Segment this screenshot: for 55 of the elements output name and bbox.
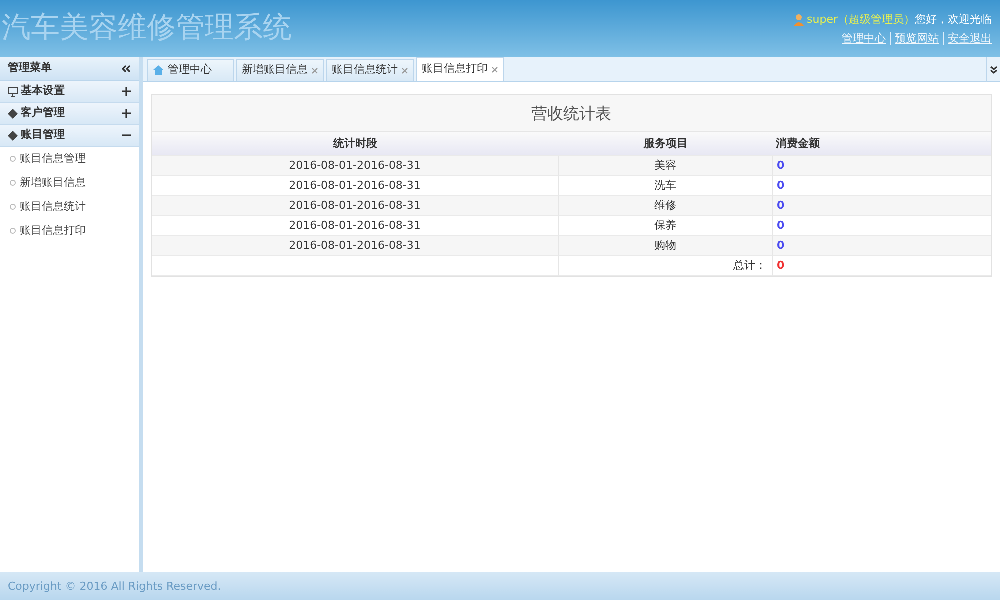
home-icon <box>153 65 164 76</box>
item-label: 账目信息管理 <box>20 150 86 167</box>
item-label: 账目信息打印 <box>20 222 86 239</box>
sidebar-group[interactable]: 账目管理 <box>0 125 139 147</box>
greeting-text: super（超级管理员）您好，欢迎光临 <box>807 12 992 28</box>
collapse-icon[interactable] <box>122 64 131 72</box>
tab-label: 新增账目信息 <box>242 62 308 78</box>
group-label: 客户管理 <box>20 105 65 122</box>
tab[interactable]: 管理中心 <box>147 59 234 81</box>
table-cell: 维修 <box>559 196 773 216</box>
table-cell: 2016-08-01-2016-08-31 <box>152 236 559 256</box>
table-cell: 2016-08-01-2016-08-31 <box>152 196 559 216</box>
sidebar-item[interactable]: 账目信息统计 <box>0 195 139 219</box>
column-header: 消费金额 <box>773 132 991 156</box>
sidebar-item[interactable]: 账目信息打印 <box>0 219 139 243</box>
group-label: 基本设置 <box>20 83 65 100</box>
table-cell: 0 <box>773 156 991 176</box>
tab-label: 账目信息打印 <box>422 61 488 78</box>
tab[interactable]: 账目信息打印 <box>416 57 504 81</box>
tab[interactable]: 新增账目信息 <box>236 59 324 81</box>
report-title: 营收统计表 <box>152 95 991 132</box>
table-cell: 美容 <box>559 156 773 176</box>
bullet-icon <box>10 228 16 234</box>
bullet-icon <box>10 180 16 186</box>
bullet-icon <box>10 204 16 210</box>
sidebar-item[interactable]: 新增账目信息 <box>0 171 139 195</box>
table-cell: 0 <box>773 256 991 276</box>
table-cell: 购物 <box>559 236 773 256</box>
tab-label: 账目信息统计 <box>332 62 398 78</box>
sidebar-title: 管理菜单 <box>8 60 52 76</box>
column-header: 统计时段 <box>152 132 559 156</box>
monitor-icon <box>8 86 18 96</box>
table-cell: 0 <box>773 196 991 216</box>
diamond-icon <box>8 108 18 118</box>
sidebar-group[interactable]: 基本设置 <box>0 81 139 103</box>
group-label: 账目管理 <box>20 127 65 144</box>
tab[interactable]: 账目信息统计 <box>326 59 414 81</box>
expand-icon[interactable] <box>122 87 131 96</box>
tab-label: 管理中心 <box>168 62 212 78</box>
table-cell: 0 <box>773 236 991 256</box>
expand-icon[interactable] <box>122 109 131 118</box>
sidebar-item[interactable]: 账目信息管理 <box>0 147 139 171</box>
item-label: 新增账目信息 <box>20 174 86 191</box>
scroll-tabs-icon[interactable] <box>986 57 1000 82</box>
table-cell: 总计： <box>559 256 773 276</box>
app-title: 汽车美容维修管理系统 <box>2 9 292 46</box>
table-cell: 2016-08-01-2016-08-31 <box>152 156 559 176</box>
diamond-icon <box>8 130 18 140</box>
bullet-icon <box>10 156 16 162</box>
copyright-text: Copyright © 2016 All Rights Reserved. <box>0 572 1000 600</box>
sidebar-group[interactable]: 客户管理 <box>0 103 139 125</box>
user-icon <box>794 14 804 26</box>
close-icon[interactable] <box>492 66 498 72</box>
item-label: 账目信息统计 <box>20 198 86 215</box>
column-header: 服务项目 <box>559 132 773 156</box>
